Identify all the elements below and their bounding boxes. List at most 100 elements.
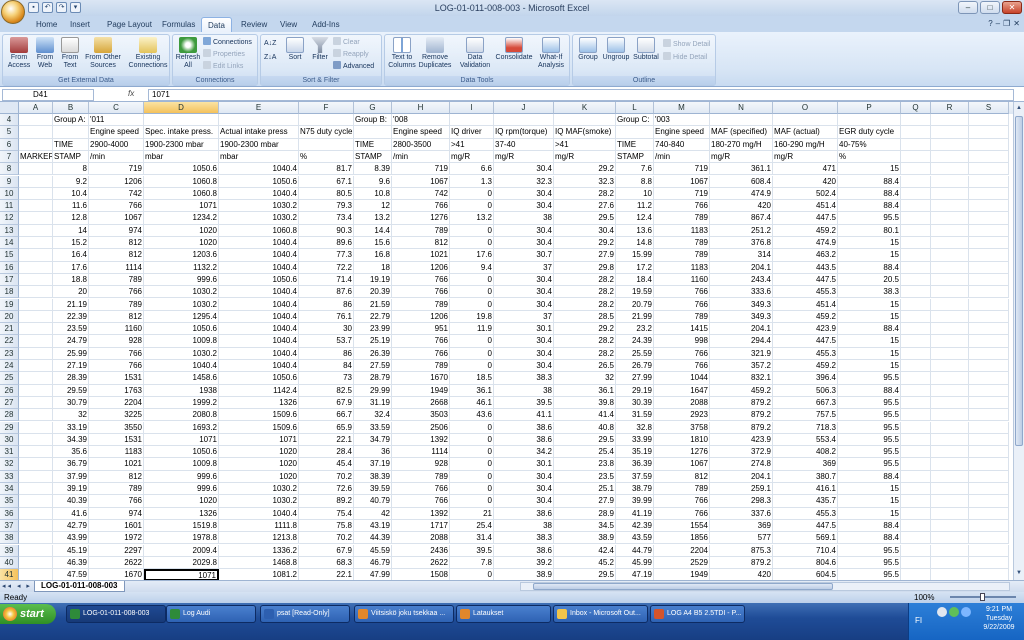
column-header[interactable]: D <box>144 102 219 114</box>
grid-cell[interactable]: 1067 <box>654 175 710 188</box>
grid-cell[interactable]: 40.39 <box>53 495 89 508</box>
grid-cell[interactable]: 0 <box>450 224 494 237</box>
grid-cell[interactable]: 31.4 <box>450 532 494 545</box>
grid-cell[interactable] <box>19 544 53 557</box>
grid-cell[interactable] <box>931 237 969 250</box>
grid-cell[interactable] <box>969 421 1009 434</box>
scroll-down-icon[interactable]: ▼ <box>1015 568 1023 578</box>
grid-cell[interactable]: 0 <box>450 286 494 299</box>
taskbar-item-excel[interactable]: LOG-01-011-008-003 <box>66 605 166 623</box>
grid-cell[interactable]: 42.39 <box>616 519 654 533</box>
grid-cell[interactable] <box>901 273 931 287</box>
grid-cell[interactable] <box>969 446 1009 459</box>
grid-cell[interactable]: 789 <box>392 224 450 237</box>
grid-cell[interactable]: 474.9 <box>773 237 838 250</box>
row-header[interactable]: 9 <box>0 175 19 188</box>
grid-cell[interactable]: 1040.4 <box>144 360 219 373</box>
grid-cell[interactable]: 789 <box>392 298 450 311</box>
grid-cell[interactable]: 79.3 <box>299 200 354 213</box>
grid-cell[interactable]: 443.5 <box>773 261 838 274</box>
grid-cell[interactable]: 26.79 <box>616 360 654 373</box>
grid-cell[interactable]: STAMP <box>616 150 654 164</box>
grid-cell[interactable]: 451.4 <box>773 200 838 213</box>
grid-cell[interactable]: 832.1 <box>710 372 773 385</box>
grid-cell[interactable]: 789 <box>89 298 144 311</box>
grid-cell[interactable]: 160-290 mg/H <box>773 138 838 151</box>
grid-cell[interactable]: 15 <box>838 298 901 311</box>
grid-cell[interactable]: 766 <box>89 347 144 360</box>
grid-cell[interactable] <box>969 532 1009 545</box>
grid-cell[interactable]: 1203.6 <box>144 249 219 262</box>
grid-cell[interactable]: 30.4 <box>494 224 554 237</box>
grid-cell[interactable]: 294.4 <box>710 335 773 348</box>
grid-cell[interactable] <box>901 286 931 299</box>
grid-cell[interactable]: 38.3 <box>494 372 554 385</box>
grid-cell[interactable] <box>554 114 616 127</box>
grid-cell[interactable]: 1234.2 <box>144 212 219 225</box>
grid-cell[interactable]: 420 <box>710 200 773 213</box>
grid-cell[interactable]: 2080.8 <box>144 409 219 422</box>
grid-cell[interactable]: 11.9 <box>450 323 494 336</box>
grid-cell[interactable]: 1067 <box>89 212 144 225</box>
row-header[interactable]: 25 <box>0 372 19 385</box>
grid-cell[interactable] <box>931 114 969 127</box>
row-header[interactable]: 27 <box>0 396 19 410</box>
row-header[interactable]: 18 <box>0 286 19 299</box>
grid-cell[interactable]: 1810 <box>654 433 710 447</box>
grid-cell[interactable]: 30.4 <box>494 200 554 213</box>
grid-cell[interactable]: 20 <box>53 286 89 299</box>
grid-cell[interactable]: 44.79 <box>616 544 654 557</box>
grid-cell[interactable] <box>931 519 969 533</box>
grid-cell[interactable]: 1020 <box>219 458 299 471</box>
grid-cell[interactable]: 7.6 <box>616 163 654 176</box>
grid-cell[interactable] <box>901 347 931 360</box>
grid-cell[interactable]: MAF (specified) <box>710 126 773 139</box>
grid-cell[interactable]: 1021 <box>392 249 450 262</box>
grid-cell[interactable] <box>931 126 969 139</box>
grid-cell[interactable] <box>901 372 931 385</box>
grid-cell[interactable] <box>931 224 969 237</box>
grid-cell[interactable]: 32.3 <box>554 175 616 188</box>
grid-cell[interactable]: 1030.2 <box>144 298 219 311</box>
grid-cell[interactable] <box>19 138 53 151</box>
grid-cell[interactable]: 43.59 <box>616 532 654 545</box>
grid-cell[interactable]: 39.2 <box>494 556 554 570</box>
grid-cell[interactable]: 740-840 <box>654 138 710 151</box>
grid-cell[interactable]: 459.2 <box>773 360 838 373</box>
grid-cell[interactable]: 28.2 <box>554 298 616 311</box>
grid-cell[interactable] <box>931 458 969 471</box>
taskbar-item-outlook[interactable]: Inbox - Microsoft Out... <box>553 605 648 623</box>
grid-cell[interactable]: 789 <box>89 483 144 496</box>
grid-cell[interactable]: 0 <box>450 360 494 373</box>
grid-cell[interactable]: 35.6 <box>53 446 89 459</box>
column-header[interactable]: K <box>554 102 616 114</box>
grid-cell[interactable]: 34.5 <box>554 519 616 533</box>
grid-cell[interactable]: 455.3 <box>773 286 838 299</box>
grid-cell[interactable] <box>931 360 969 373</box>
grid-cell[interactable] <box>19 446 53 459</box>
grid-cell[interactable]: 28.4 <box>299 446 354 459</box>
grid-cell[interactable] <box>901 224 931 237</box>
grid-cell[interactable]: 30.7 <box>494 249 554 262</box>
grid-cell[interactable]: 928 <box>392 458 450 471</box>
taskbar-item-log-audi[interactable]: Log Audi <box>166 605 256 623</box>
grid-cell[interactable]: 35.19 <box>616 446 654 459</box>
grid-cell[interactable]: 1468.8 <box>219 556 299 570</box>
grid-cell[interactable]: 29.8 <box>554 261 616 274</box>
grid-cell[interactable]: 38.39 <box>354 470 392 483</box>
grid-cell[interactable] <box>19 495 53 508</box>
grid-cell[interactable] <box>901 507 931 520</box>
grid-cell[interactable]: 30.4 <box>494 187 554 201</box>
grid-cell[interactable]: 88.4 <box>838 187 901 201</box>
grid-cell[interactable] <box>19 323 53 336</box>
grid-cell[interactable]: 30 <box>299 323 354 336</box>
grid-cell[interactable]: 474.9 <box>710 187 773 201</box>
grid-cell[interactable]: 23.99 <box>354 323 392 336</box>
grid-cell[interactable]: 27.99 <box>616 372 654 385</box>
grid-cell[interactable] <box>969 519 1009 533</box>
grid-cell[interactable]: 26.39 <box>354 347 392 360</box>
grid-cell[interactable]: 80.1 <box>838 224 901 237</box>
grid-cell[interactable] <box>901 433 931 447</box>
grid-cell[interactable]: 667.3 <box>773 396 838 410</box>
grid-cell[interactable]: 766 <box>392 286 450 299</box>
